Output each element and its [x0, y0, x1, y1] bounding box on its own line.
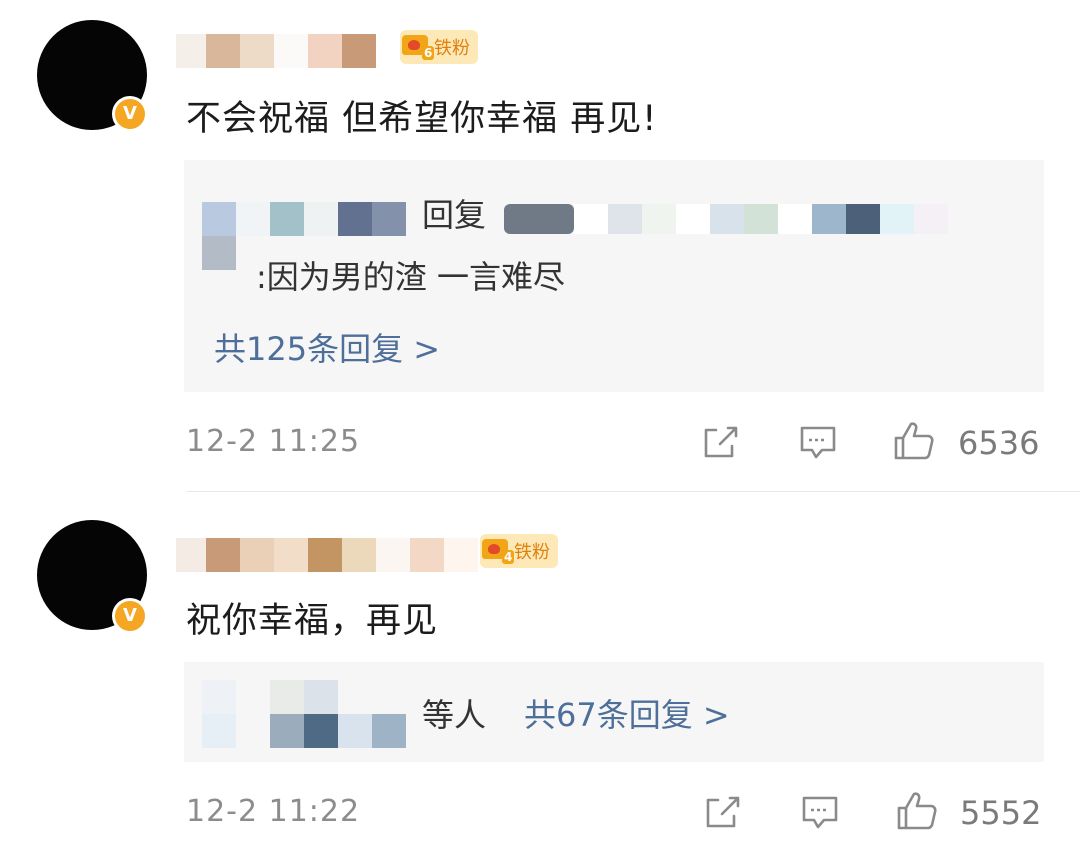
others-word: 等人 [422, 696, 487, 734]
comment-icon[interactable] [796, 420, 840, 464]
share-icon[interactable] [698, 420, 742, 464]
crown-icon: 6 [400, 30, 435, 64]
comment-time: 12-2 11:25 [186, 424, 361, 459]
fan-badge[interactable]: 6 铁粉 [400, 30, 478, 64]
username-pixelated[interactable] [176, 538, 478, 572]
reply-word: 回复 [422, 196, 487, 234]
comment-item: V 6 铁粉 不会祝福 但希望你幸福 再见! 回复:因为男的渣 一言难尽 共1… [0, 0, 1080, 492]
reply-username-pixelated [202, 202, 406, 236]
comment-icon[interactable] [798, 790, 842, 834]
username-pixelated[interactable] [176, 34, 376, 68]
like-count: 5552 [960, 794, 1042, 832]
reply-avatar-pixelated [202, 236, 236, 270]
comment-time: 12-2 11:22 [186, 794, 361, 829]
crown-icon: 4 [480, 534, 515, 568]
reply-content: :因为男的渣 一言难尽 [256, 258, 565, 296]
like-icon[interactable] [892, 418, 936, 462]
reply-preview-box[interactable]: 等人 共67条回复 > [184, 662, 1044, 762]
reply-avatars-pixelated [202, 714, 406, 748]
comment-text: 祝你幸福，再见 [186, 601, 439, 641]
share-icon[interactable] [700, 790, 744, 834]
comment-text: 不会祝福 但希望你幸福 再见! [186, 99, 658, 139]
fan-badge[interactable]: 4 铁粉 [480, 534, 558, 568]
verified-badge-icon: V [112, 96, 148, 132]
view-all-replies-link[interactable]: 共67条回复 > [524, 690, 730, 736]
reply-usernames-pixelated [202, 680, 338, 714]
comment-item: V 4 铁粉 祝你幸福，再见 等人 共67条回复 > 12-2 11:22 55… [0, 492, 1080, 855]
verified-badge-icon: V [112, 598, 148, 634]
fan-badge-label: 铁粉 [514, 542, 550, 563]
like-icon[interactable] [895, 788, 939, 832]
view-all-replies-link[interactable]: 共125条回复 > [214, 324, 440, 370]
reply-target-pixelated [504, 204, 948, 234]
reply-preview-box[interactable]: 回复 :因为男的渣 一言难尽 共125条回复 > [184, 160, 1044, 392]
like-count: 6536 [958, 424, 1040, 462]
fan-badge-label: 铁粉 [434, 38, 470, 59]
